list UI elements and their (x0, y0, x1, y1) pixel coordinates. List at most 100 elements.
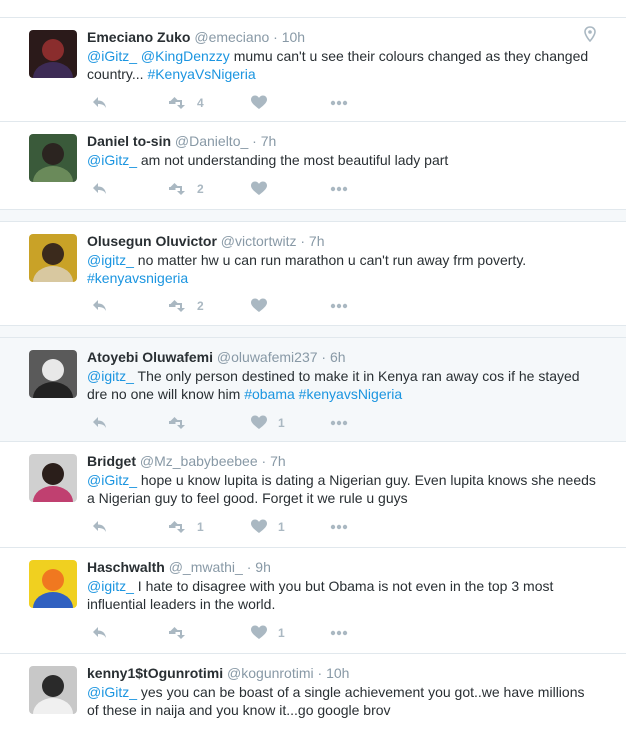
tweet[interactable]: Haschwalth @_mwathi_ · 9h @igitz_ I hate… (0, 548, 626, 654)
tweet-actions: 1 (87, 624, 387, 642)
user-fullname[interactable]: Haschwalth (87, 559, 165, 575)
avatar[interactable] (29, 234, 77, 282)
timestamp[interactable]: 7h (309, 233, 325, 249)
mention-link[interactable]: @igitz_ (87, 368, 134, 384)
tweet[interactable]: Bridget @Mz_babybeebee · 7h @iGitz_ hope… (0, 442, 626, 548)
more-icon (330, 303, 348, 309)
hashtag-link[interactable]: #obama (244, 386, 295, 402)
tweet-text: @iGitz_ yes you can be boast of a single… (87, 683, 597, 719)
mention-link[interactable]: @iGitz_ (87, 48, 137, 64)
user-handle[interactable]: @kogunrotimi (227, 665, 314, 681)
tweet-text: @iGitz_ am not understanding the most be… (87, 151, 597, 169)
timestamp[interactable]: 6h (330, 349, 346, 365)
more-button[interactable] (330, 180, 348, 198)
reply-icon (93, 183, 106, 194)
retweet-icon (169, 417, 185, 429)
more-button[interactable] (330, 94, 348, 112)
user-handle[interactable]: @Danielto_ (175, 133, 248, 149)
separator-dot: · (261, 453, 267, 469)
retweet-button[interactable] (169, 624, 187, 642)
more-icon (330, 630, 348, 636)
tweet[interactable]: Emeciano Zuko @emeciano · 10h @iGitz_ @K… (0, 18, 626, 122)
tweet[interactable]: kenny1$tOgunrotimi @kogunrotimi · 10h @i… (0, 654, 626, 735)
user-handle[interactable]: @_mwathi_ (169, 559, 243, 575)
like-button[interactable] (250, 94, 268, 112)
tweet[interactable]: Olusegun Oluvictor @victortwitz · 7h @ig… (0, 222, 626, 326)
tweet[interactable]: Daniel to-sin @Danielto_ · 7h @iGitz_ am… (0, 122, 626, 210)
previous-tweet-edge (0, 0, 626, 18)
more-icon (330, 420, 348, 426)
retweet-count: 4 (197, 96, 204, 110)
reply-button[interactable] (91, 94, 109, 112)
retweet-button[interactable]: 4 (169, 94, 204, 112)
hashtag-link[interactable]: #KenyaVsNigeria (147, 66, 255, 82)
tweet-actions: 2 (87, 297, 387, 315)
reply-icon (93, 300, 106, 311)
reply-button[interactable] (91, 414, 109, 432)
timestamp[interactable]: 7h (261, 133, 277, 149)
timestamp[interactable]: 10h (326, 665, 349, 681)
user-fullname[interactable]: kenny1$tOgunrotimi (87, 665, 223, 681)
user-handle[interactable]: @victortwitz (221, 233, 297, 249)
mention-link[interactable]: @iGitz_ (87, 684, 137, 700)
mention-link[interactable]: @iGitz_ (87, 472, 137, 488)
retweet-button[interactable] (169, 414, 187, 432)
like-button[interactable]: 1 (250, 414, 285, 432)
avatar-image (29, 350, 77, 398)
tweet[interactable]: Atoyebi Oluwafemi @oluwafemi237 · 6h @ig… (0, 338, 626, 442)
user-handle[interactable]: @oluwafemi237 (217, 349, 318, 365)
like-icon (251, 415, 267, 429)
more-button[interactable] (330, 297, 348, 315)
mention-link[interactable]: @igitz_ (87, 252, 134, 268)
like-button[interactable] (250, 180, 268, 198)
user-fullname[interactable]: Atoyebi Oluwafemi (87, 349, 213, 365)
user-fullname[interactable]: Olusegun Oluvictor (87, 233, 217, 249)
tweet-text-segment: no matter hw u can run marathon u can't … (133, 252, 527, 268)
retweet-count: 1 (197, 520, 204, 534)
more-button[interactable] (330, 624, 348, 642)
location-pin-icon[interactable] (584, 26, 596, 42)
avatar[interactable] (29, 666, 77, 714)
timestamp[interactable]: 9h (255, 559, 271, 575)
more-button[interactable] (330, 518, 348, 536)
hashtag-link[interactable]: #kenyavsnigeria (87, 270, 188, 286)
reply-button[interactable] (91, 297, 109, 315)
conversation-gap (0, 326, 626, 338)
like-count: 1 (278, 416, 285, 430)
mention-link[interactable]: @igitz_ (87, 578, 134, 594)
retweet-icon (169, 627, 185, 639)
like-button[interactable]: 1 (250, 518, 285, 536)
retweet-button[interactable]: 2 (169, 297, 204, 315)
like-button[interactable] (250, 297, 268, 315)
avatar[interactable] (29, 454, 77, 502)
avatar[interactable] (29, 30, 77, 78)
retweet-icon (169, 183, 185, 195)
more-button[interactable] (330, 414, 348, 432)
avatar[interactable] (29, 560, 77, 608)
user-fullname[interactable]: Bridget (87, 453, 136, 469)
user-fullname[interactable]: Emeciano Zuko (87, 29, 190, 45)
like-button[interactable]: 1 (250, 624, 285, 642)
like-count: 1 (278, 626, 285, 640)
retweet-count: 2 (197, 182, 204, 196)
avatar[interactable] (29, 350, 77, 398)
user-fullname[interactable]: Daniel to-sin (87, 133, 171, 149)
separator-dot: · (317, 665, 323, 681)
timestamp[interactable]: 7h (270, 453, 286, 469)
reply-button[interactable] (91, 518, 109, 536)
avatar-image (29, 666, 77, 714)
user-handle[interactable]: @Mz_babybeebee (140, 453, 258, 469)
avatar[interactable] (29, 134, 77, 182)
user-handle[interactable]: @emeciano (194, 29, 269, 45)
timestamp[interactable]: 10h (282, 29, 305, 45)
reply-button[interactable] (91, 180, 109, 198)
retweet-button[interactable]: 1 (169, 518, 204, 536)
mention-link[interactable]: @iGitz_ (87, 152, 137, 168)
retweet-button[interactable]: 2 (169, 180, 204, 198)
tweet-text-segment: I hate to disagree with you but Obama is… (87, 578, 554, 612)
mention-link[interactable]: @KingDenzzy (141, 48, 230, 64)
separator-dot: · (321, 349, 327, 365)
reply-button[interactable] (91, 624, 109, 642)
retweet-icon (169, 97, 185, 109)
hashtag-link[interactable]: #kenyavsNigeria (299, 386, 403, 402)
